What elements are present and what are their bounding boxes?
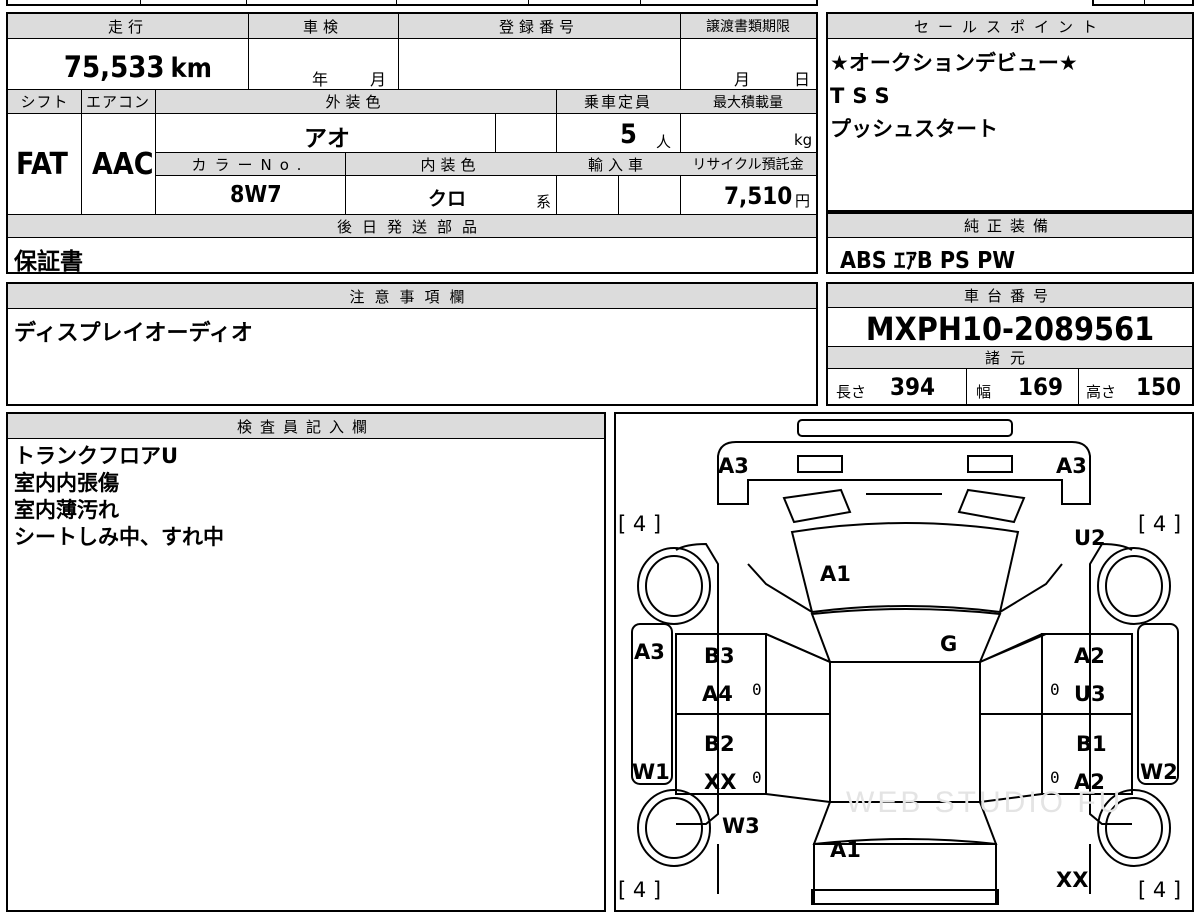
capacity-unit: 人 — [656, 133, 672, 151]
top-strip-right — [1092, 0, 1194, 6]
exterior-color-value: アオ — [304, 126, 350, 152]
zero-mark: 0 — [1050, 680, 1060, 699]
recycle-value: 7,510 — [724, 182, 793, 210]
code-a2-front-right: A2 — [1074, 644, 1105, 668]
notes-label: 注意事項欄 — [8, 284, 816, 309]
genuine-equipment-label: 純正装備 — [828, 214, 1192, 238]
zero-mark: 0 — [752, 680, 762, 699]
code-u2: U2 — [1074, 526, 1106, 550]
interior-color-label: 内装色 — [345, 153, 556, 176]
code-b2: B2 — [704, 732, 735, 756]
specs-label: 諸元 — [828, 347, 1192, 369]
recycle-label: リサイクル預託金 — [680, 153, 816, 176]
transfer-deadline-label: 譲渡書類期限 — [680, 14, 816, 39]
code-a3-front-left: A3 — [718, 454, 749, 478]
shaken-year: 年 — [312, 70, 329, 89]
sales-points-label: セールスポイント — [828, 14, 1192, 39]
chassis-number: MXPH10-2089561 — [865, 310, 1155, 348]
later-parts-value: 保証書 — [14, 249, 83, 275]
later-parts-label: 後日発送部品 — [8, 215, 816, 238]
zero-mark: 0 — [752, 768, 762, 787]
shift-value: FAT — [16, 147, 68, 182]
shaken-label: 車検 — [248, 14, 398, 39]
code-a1-hood: A1 — [820, 562, 851, 586]
load-unit: kg — [794, 131, 813, 149]
inspector-label: 検査員記入欄 — [8, 414, 604, 439]
code-b3: B3 — [704, 644, 735, 668]
sales-point-line: TSS — [830, 84, 898, 108]
sales-point-line: プッシュスタート — [830, 117, 998, 141]
code-w1: W1 — [632, 760, 670, 784]
registration-label: 登録番号 — [398, 14, 680, 39]
recycle-unit: 円 — [795, 192, 811, 210]
shaken-month: 月 — [370, 70, 387, 89]
interior-color-value: クロ — [428, 188, 467, 210]
max-load-label: 最大積載量 — [680, 90, 816, 114]
import-label: 輸入車 — [556, 153, 680, 176]
code-a1-trunk: A1 — [830, 838, 861, 862]
color-no-label: カラーNo. — [156, 153, 345, 176]
inspector-line: 室内薄汚れ — [14, 498, 119, 522]
code-w3: W3 — [722, 814, 760, 838]
mileage-unit: km — [170, 53, 212, 84]
width-value: 169 — [1018, 373, 1064, 401]
tire-rear-left: [ 4 ] — [618, 878, 662, 902]
code-g-windshield: G — [940, 632, 958, 656]
damage-diagram-panel: [ 4 ] [ 4 ] [ 4 ] [ 4 ] A3 A3 U2 A1 G A3… — [614, 412, 1194, 912]
inspector-lines: トランクフロアU 室内内張傷 室内薄汚れ シートしみ中、すれ中 — [14, 443, 224, 551]
sales-point-line: ★オークションデビュー★ — [830, 51, 1078, 75]
aircon-label: エアコン — [81, 90, 155, 114]
mileage-value: 75,533 km — [63, 50, 212, 84]
deadline-month: 月 — [734, 70, 751, 89]
code-w2: W2 — [1140, 760, 1178, 784]
tire-front-left: [ 4 ] — [618, 512, 662, 536]
code-b1: B1 — [1076, 732, 1107, 756]
width-label: 幅 — [976, 383, 992, 401]
length-label: 長さ — [836, 383, 867, 401]
interior-color-suffix: 系 — [536, 193, 552, 211]
capacity-label: 乗車定員 — [556, 90, 680, 114]
code-a3-left-side: A3 — [634, 640, 665, 664]
car-outline-diagram — [631, 419, 1179, 905]
zero-mark: 0 — [1050, 768, 1060, 787]
height-label: 高さ — [1086, 383, 1117, 401]
code-a4: A4 — [702, 682, 733, 706]
inspector-line: トランクフロアU — [14, 444, 179, 468]
inspector-panel: 検査員記入欄 トランクフロアU 室内内張傷 室内薄汚れ シートしみ中、すれ中 — [6, 412, 606, 912]
mileage-label: 走行 — [8, 14, 248, 39]
code-a3-front-right: A3 — [1056, 454, 1087, 478]
sales-points-lines: ★オークションデビュー★ TSS プッシュスタート — [830, 47, 1078, 146]
code-xx-rear: XX — [1056, 868, 1089, 892]
tire-front-right: [ 4 ] — [1138, 512, 1182, 536]
capacity-value: 5 — [620, 119, 637, 150]
top-strip-left — [6, 0, 818, 6]
shift-label: シフト — [8, 90, 81, 114]
code-u3: U3 — [1074, 682, 1106, 706]
height-value: 150 — [1136, 373, 1182, 401]
notes-value: ディスプレイオーディオ — [14, 321, 253, 346]
deadline-day: 日 — [794, 70, 811, 89]
genuine-equipment-panel: 純正装備 ABS ｴｱB PS PW — [826, 212, 1194, 274]
tire-rear-right: [ 4 ] — [1138, 878, 1182, 902]
vehicle-spec-grid: 走行 車検 登録番号 譲渡書類期限 75,533 km 年 月 月 日 シフト エ… — [6, 12, 818, 275]
code-xx-left: XX — [704, 770, 737, 794]
exterior-color-label: 外装色 — [155, 90, 556, 114]
notes-panel: 注意事項欄 ディスプレイオーディオ — [6, 282, 818, 406]
watermark: WEB STUDIO FU — [846, 786, 1124, 819]
inspector-line: 室内内張傷 — [14, 471, 119, 495]
length-value: 394 — [890, 373, 936, 401]
aircon-value: AAC — [92, 147, 154, 182]
color-no-value: 8W7 — [230, 182, 282, 208]
inspector-line: シートしみ中、すれ中 — [14, 525, 224, 549]
sales-points-panel: セールスポイント ★オークションデビュー★ TSS プッシュスタート — [826, 12, 1194, 212]
chassis-panel: 車台番号 MXPH10-2089561 諸元 長さ 394 幅 169 高さ 1… — [826, 282, 1194, 406]
genuine-equipment-value: ABS ｴｱB PS PW — [840, 248, 1016, 274]
chassis-label: 車台番号 — [828, 284, 1192, 308]
